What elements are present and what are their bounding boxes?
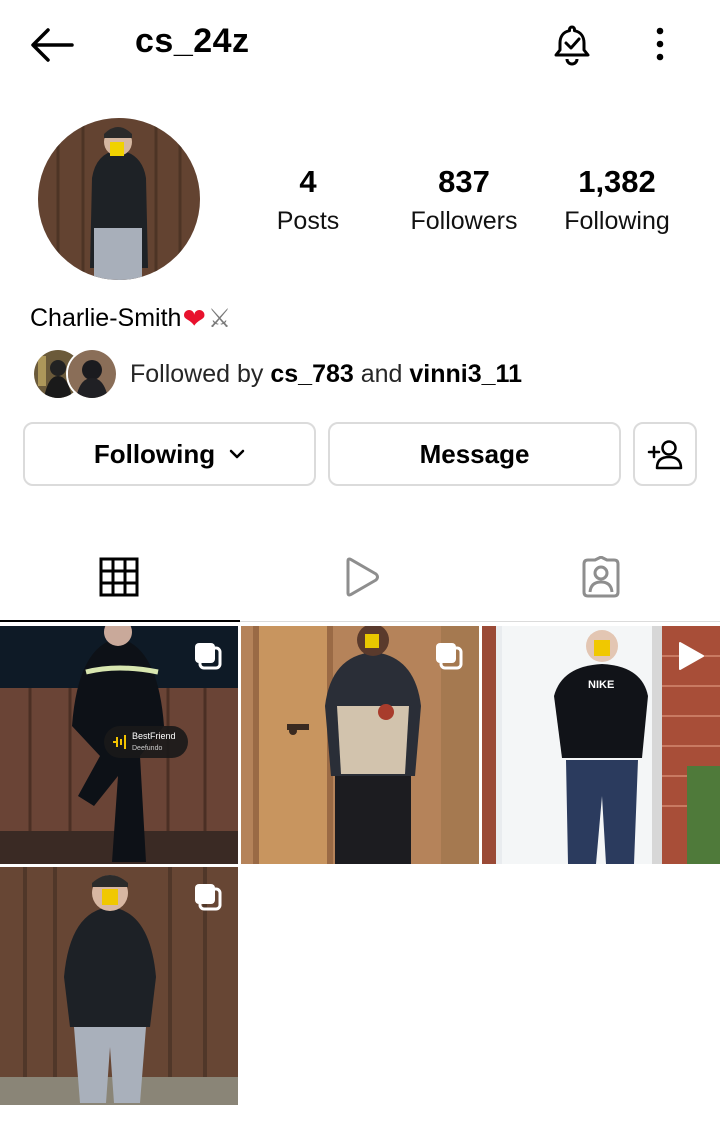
- person-plus-icon: [647, 440, 683, 470]
- followers-stat[interactable]: 837 Followers: [398, 164, 530, 236]
- active-tab-indicator: [0, 620, 240, 622]
- chevron-down-icon: [229, 449, 245, 459]
- following-stat[interactable]: 1,382 Following: [548, 164, 686, 236]
- display-name-text: Charlie-Smith: [30, 304, 182, 332]
- carousel-icon: [195, 884, 222, 911]
- followers-label: Followers: [410, 207, 518, 235]
- tagged-person-icon[interactable]: [580, 556, 622, 598]
- message-button[interactable]: Message: [328, 422, 621, 486]
- music-sticker-artist: Deefundo: [132, 745, 162, 752]
- following-label: Following: [564, 207, 670, 235]
- more-vertical-icon[interactable]: [648, 26, 672, 64]
- mutual-avatar: [66, 348, 118, 400]
- followed-by-joiner: and: [353, 360, 410, 388]
- svg-text:NIKE: NIKE: [588, 679, 614, 691]
- post-thumbnail[interactable]: NIKE: [482, 626, 720, 864]
- posts-stat[interactable]: 4 Posts: [248, 164, 368, 236]
- carousel-icon: [195, 643, 222, 670]
- carousel-icon: [436, 643, 463, 670]
- profile-avatar[interactable]: [38, 118, 200, 280]
- reel-play-icon: [679, 642, 704, 670]
- following-button-label: Following: [93, 438, 216, 469]
- heart-emoji: ❤: [182, 303, 206, 334]
- display-name: Charlie-Smith ❤ ⚔: [30, 302, 231, 335]
- mutual-user-link[interactable]: vinni3_11: [409, 360, 522, 388]
- mutual-user-link[interactable]: cs_783: [270, 360, 353, 388]
- music-sticker-title: BestFriend: [132, 731, 176, 741]
- bell-check-icon[interactable]: [550, 22, 594, 66]
- following-count: 1,382: [578, 164, 656, 199]
- followed-by-text[interactable]: Followed by cs_783 and vinni3_11: [130, 360, 522, 389]
- followed-by-prefix: Followed by: [130, 360, 271, 388]
- message-button-label: Message: [419, 438, 530, 469]
- posts-count: 4: [299, 164, 317, 199]
- post-thumbnail[interactable]: BestFriend Deefundo: [0, 626, 238, 864]
- followers-count: 837: [438, 164, 490, 199]
- posts-label: Posts: [276, 207, 340, 235]
- crossed-swords-emoji: ⚔: [207, 303, 232, 333]
- suggest-people-button[interactable]: [633, 422, 697, 486]
- following-button[interactable]: Following: [23, 422, 316, 486]
- profile-username: cs_24z: [135, 22, 250, 60]
- mutual-followers-avatars[interactable]: [32, 348, 118, 400]
- grid-icon[interactable]: [98, 556, 140, 598]
- back-arrow-icon[interactable]: [28, 26, 76, 64]
- post-thumbnail[interactable]: [0, 867, 238, 1105]
- post-thumbnail[interactable]: [241, 626, 479, 864]
- reels-play-icon[interactable]: [340, 556, 382, 598]
